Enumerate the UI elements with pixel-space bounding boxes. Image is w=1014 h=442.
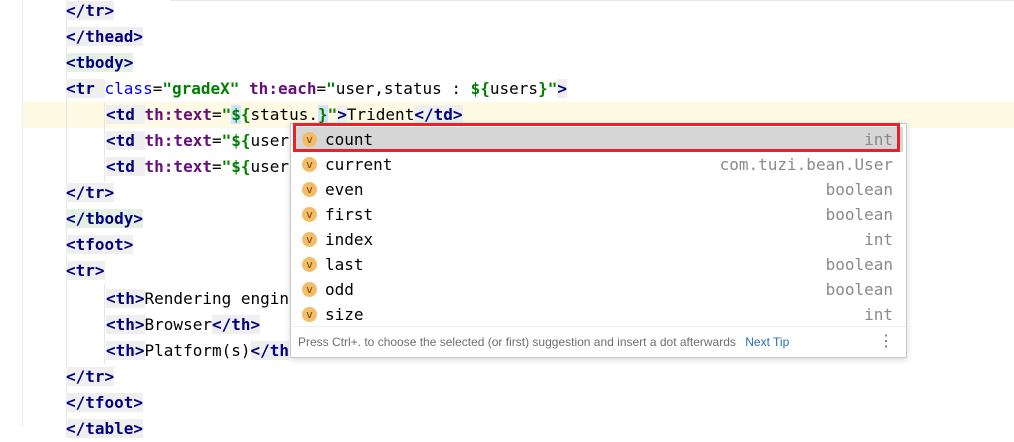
code-line[interactable]: <tr> bbox=[66, 258, 105, 284]
code-line[interactable]: <tfoot> bbox=[66, 232, 134, 258]
completion-item-type: boolean bbox=[825, 255, 893, 274]
completion-hint: Press Ctrl+. to choose the selected (or … bbox=[298, 335, 736, 349]
variable-icon: v bbox=[302, 282, 317, 297]
code-line[interactable]: <td th:text="${user bbox=[106, 154, 289, 180]
code-tag: </tr> bbox=[66, 1, 115, 20]
code-line[interactable]: </tfoot> bbox=[66, 390, 144, 416]
variable-icon: v bbox=[302, 257, 317, 272]
completion-item-name: first bbox=[325, 205, 374, 224]
code-line[interactable]: </tr> bbox=[66, 364, 115, 390]
code-line[interactable]: <th>Browser</th> bbox=[106, 312, 261, 338]
completion-item-name: odd bbox=[325, 280, 354, 299]
completion-item-index[interactable]: v index int bbox=[293, 227, 903, 252]
code-line[interactable]: <tr class="gradeX" th:each="user,status … bbox=[66, 76, 567, 102]
code-tag: <tr bbox=[66, 79, 105, 98]
code-tag: <td bbox=[106, 105, 145, 124]
code-th-attr: th:each bbox=[249, 79, 317, 98]
completion-item-name: count bbox=[325, 130, 374, 149]
completion-item-even[interactable]: v even boolean bbox=[293, 177, 903, 202]
completion-item-current[interactable]: v current com.tuzi.bean.User bbox=[293, 152, 903, 177]
code-line-partial[interactable]: </table> bbox=[66, 416, 144, 442]
completion-item-last[interactable]: v last boolean bbox=[293, 252, 903, 277]
completion-item-odd[interactable]: v odd boolean bbox=[293, 277, 903, 302]
code-line[interactable]: <th>Platform(s)</th bbox=[106, 338, 290, 364]
editor-gutter[interactable] bbox=[0, 0, 23, 427]
completion-item-type: int bbox=[864, 230, 893, 249]
completion-item-size[interactable]: v size int bbox=[293, 302, 903, 327]
code-string: " bbox=[326, 79, 336, 98]
completion-item-type: int bbox=[864, 130, 893, 149]
variable-icon: v bbox=[302, 182, 317, 197]
completion-item-first[interactable]: v first boolean bbox=[293, 202, 903, 227]
completion-item-type: boolean bbox=[825, 205, 893, 224]
completion-footer: Press Ctrl+. to choose the selected (or … bbox=[291, 326, 906, 357]
variable-icon: v bbox=[302, 157, 317, 172]
completion-item-name: index bbox=[325, 230, 374, 249]
code-line[interactable]: </tr> bbox=[66, 0, 115, 24]
code-th-attr: th:text bbox=[144, 105, 212, 124]
next-tip-link[interactable]: Next Tip bbox=[745, 335, 789, 349]
completion-item-type: boolean bbox=[825, 180, 893, 199]
variable-icon: v bbox=[302, 307, 317, 322]
variable-icon: v bbox=[302, 207, 317, 222]
completion-item-count[interactable]: v count int bbox=[293, 127, 903, 152]
code-line[interactable]: </thead> bbox=[66, 24, 144, 50]
completion-item-name: even bbox=[325, 180, 364, 199]
indent-guide bbox=[104, 284, 105, 364]
completion-item-name: size bbox=[325, 305, 364, 324]
editor-top-rule bbox=[170, 0, 1014, 5]
completion-item-name: current bbox=[325, 155, 393, 174]
completion-popup[interactable]: v count int v current com.tuzi.bean.User… bbox=[290, 123, 907, 358]
code-line[interactable]: <th>Rendering engin bbox=[106, 286, 289, 312]
completion-item-name: last bbox=[325, 255, 364, 274]
completion-item-type: int bbox=[864, 305, 893, 324]
code-string: "gradeX" bbox=[162, 79, 240, 98]
code-attr: class bbox=[104, 79, 153, 98]
variable-icon: v bbox=[302, 132, 317, 147]
more-options-icon[interactable]: ⋮ bbox=[878, 327, 894, 357]
completion-item-type: boolean bbox=[825, 280, 893, 299]
completion-item-type: com.tuzi.bean.User bbox=[719, 155, 893, 174]
indent-guide bbox=[104, 102, 105, 182]
code-line[interactable]: </tbody> bbox=[66, 206, 144, 232]
variable-icon: v bbox=[302, 232, 317, 247]
code-line[interactable]: <tbody> bbox=[66, 50, 134, 76]
code-tag: <tbody> bbox=[66, 53, 134, 72]
code-line[interactable]: </tr> bbox=[66, 180, 115, 206]
code-line[interactable]: <td th:text="${user bbox=[106, 128, 289, 154]
code-tag: </thead> bbox=[66, 27, 144, 46]
